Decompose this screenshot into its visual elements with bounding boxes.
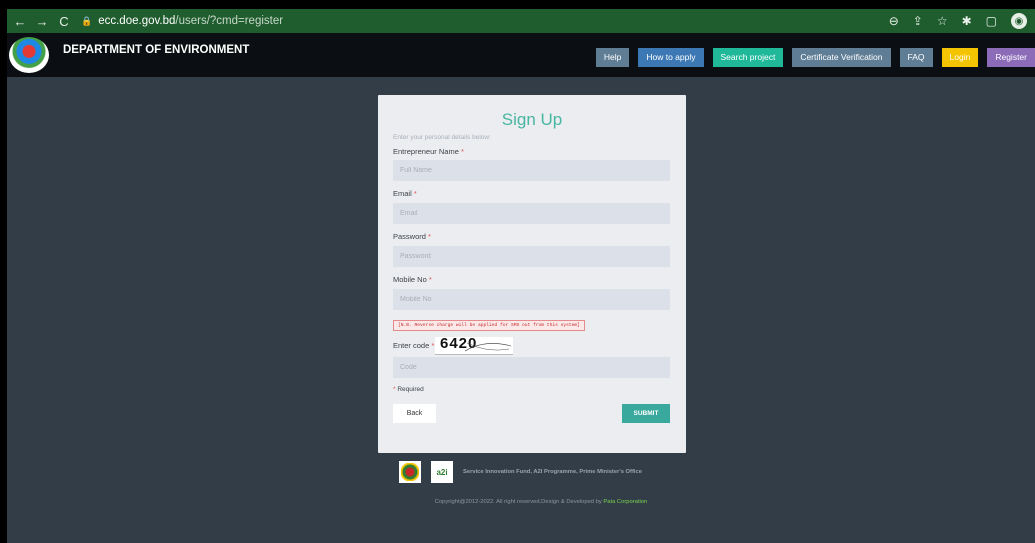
required-star: *: [431, 341, 435, 350]
nav-register-button[interactable]: Register: [987, 48, 1035, 67]
header-nav: Help How to apply Search project Certifi…: [587, 48, 1035, 67]
nav-help-button[interactable]: Help: [595, 48, 630, 67]
required-star: *: [428, 275, 432, 284]
profile-avatar-icon[interactable]: ◉: [1011, 13, 1027, 29]
password-label-text: Password: [393, 232, 426, 241]
sms-charge-notice: [N.B. Reverse charge will be applied for…: [393, 320, 585, 331]
copyright: Copyright@2012-2022. All right reserved.…: [7, 499, 1035, 505]
password-label: Password *: [393, 232, 431, 241]
required-star: *: [413, 189, 417, 198]
nav-search-project-button[interactable]: Search project: [712, 48, 784, 67]
password-input[interactable]: [393, 246, 670, 267]
lock-icon: 🔒: [81, 15, 93, 26]
email-input[interactable]: [393, 203, 670, 224]
nav-certificate-verification-button[interactable]: Certificate Verification: [792, 48, 891, 67]
required-star: *: [460, 147, 464, 156]
required-star: *: [428, 232, 431, 241]
signup-card: Sign Up Enter your personal details belo…: [378, 95, 686, 453]
form-subtitle: Enter your personal details below:: [393, 134, 491, 141]
captcha-noise-lines: [464, 342, 512, 352]
code-input[interactable]: [393, 357, 670, 378]
a2i-text: Service Innovation Fund, A2I Programme, …: [463, 469, 642, 475]
code-label-text: Enter code: [393, 341, 430, 350]
name-label: Entrepreneur Name *: [393, 147, 464, 156]
sidebar-icon[interactable]: ▢: [986, 14, 997, 28]
bangladesh-emblem-icon: [399, 461, 421, 483]
email-label-text: Email: [393, 189, 412, 198]
required-star: *: [393, 386, 396, 393]
email-label: Email *: [393, 189, 417, 198]
mobile-label: Mobile No *: [393, 275, 432, 284]
form-title: Sign Up: [501, 110, 563, 129]
footer-branding: a2i Service Innovation Fund, A2I Program…: [399, 461, 642, 483]
site-header: DEPARTMENT OF ENVIRONMENT Help How to ap…: [7, 33, 1035, 77]
reload-icon[interactable]: C: [55, 14, 73, 29]
nav-faq-button[interactable]: FAQ: [899, 48, 933, 67]
back-button[interactable]: Back: [393, 404, 436, 423]
zoom-icon[interactable]: ⊖: [889, 14, 899, 28]
browser-toolbar: ← → C 🔒 ecc.doe.gov.bd/users/?cmd=regist…: [7, 9, 1035, 33]
nav-login-button[interactable]: Login: [941, 48, 979, 67]
submit-button[interactable]: SUBMIT: [622, 404, 670, 423]
nav-how-to-apply-button[interactable]: How to apply: [638, 48, 704, 67]
mobile-label-text: Mobile No: [393, 275, 427, 284]
a2i-logo-icon: a2i: [431, 461, 453, 483]
back-arrow-icon[interactable]: ←: [11, 14, 29, 29]
mobile-input[interactable]: [393, 289, 670, 310]
extensions-icon[interactable]: ✱: [962, 14, 972, 28]
share-icon[interactable]: ⇪: [913, 14, 923, 28]
browser-actions: ⊖ ⇪ ☆ ✱ ▢ ◉: [889, 13, 1035, 29]
url-path: /users/?cmd=register: [175, 15, 284, 27]
url-host: ecc.doe.gov.bd: [98, 15, 176, 27]
doe-logo-icon[interactable]: [9, 37, 49, 73]
captcha-image: 6420: [435, 337, 513, 355]
copyright-text: Copyright@2012-2022. All right reserved.…: [434, 499, 604, 505]
forward-arrow-icon[interactable]: →: [33, 14, 51, 29]
required-note: * Required: [393, 386, 424, 393]
name-label-text: Entrepreneur Name: [393, 147, 459, 156]
developer-link[interactable]: Pata Corporation: [603, 499, 647, 505]
code-label: Enter code *: [393, 341, 434, 350]
main-content: Sign Up Enter your personal details belo…: [7, 77, 1035, 543]
required-note-text: Required: [397, 386, 424, 393]
address-bar[interactable]: 🔒 ecc.doe.gov.bd/users/?cmd=register: [81, 15, 283, 27]
site-title: DEPARTMENT OF ENVIRONMENT: [63, 44, 250, 56]
star-icon[interactable]: ☆: [937, 14, 948, 28]
name-input[interactable]: [393, 160, 670, 181]
